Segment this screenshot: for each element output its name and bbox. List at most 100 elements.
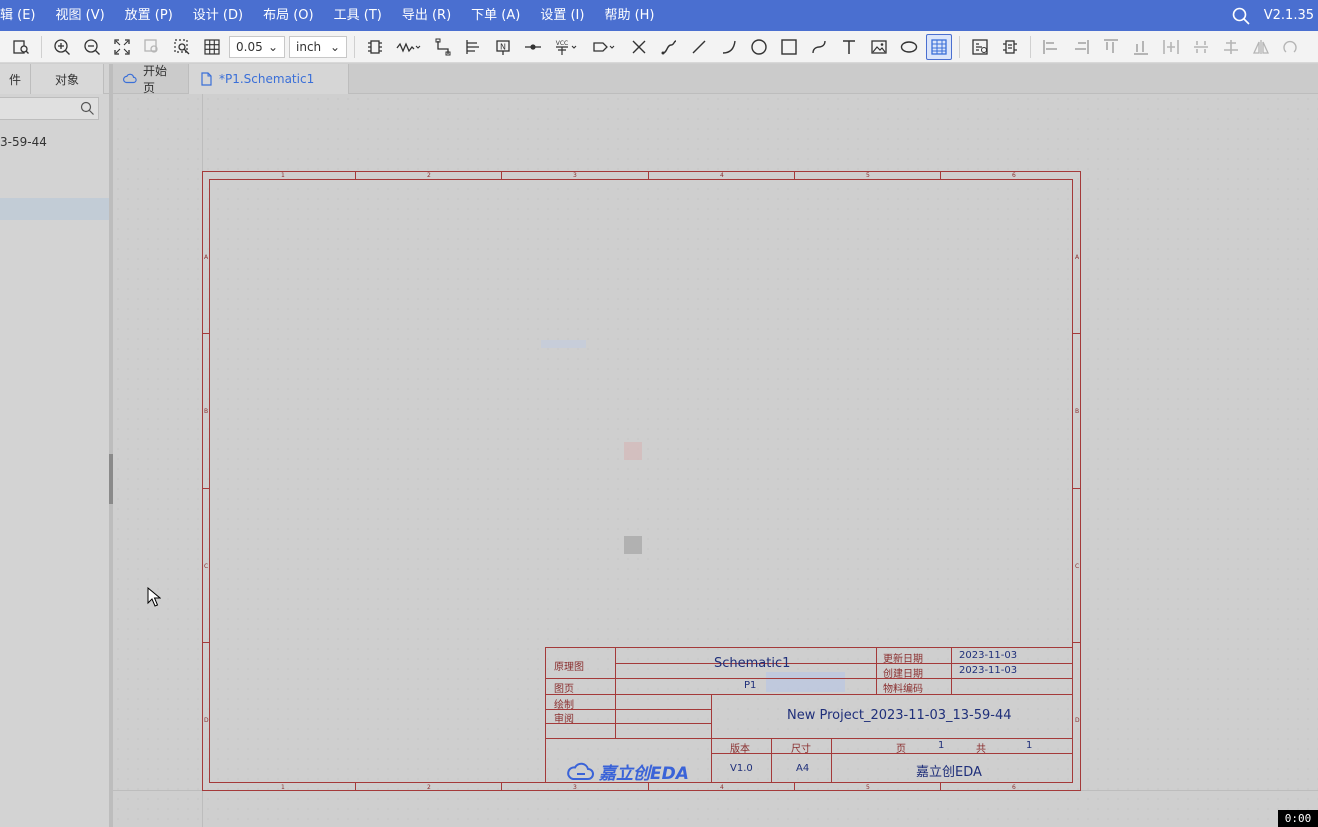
circle-icon[interactable] [746, 34, 772, 60]
align-top-icon[interactable] [1098, 34, 1124, 60]
zone-col-label: 4 [720, 784, 724, 791]
grid-size-select[interactable]: 0.05 ⌄ [229, 35, 285, 58]
updated-value: 2023-11-03 [959, 650, 1018, 661]
svg-text:N: N [500, 42, 506, 51]
ellipse-icon[interactable] [896, 34, 922, 60]
search-icon[interactable] [80, 101, 95, 116]
arc-icon[interactable] [716, 34, 742, 60]
component-icon[interactable] [362, 34, 388, 60]
zoom-area-icon[interactable] [139, 34, 165, 60]
text-icon[interactable] [836, 34, 862, 60]
menu-help[interactable]: 帮助 (H) [594, 0, 664, 31]
zone-col-label: 5 [866, 784, 870, 791]
zone-col-label: 3 [573, 784, 577, 791]
zone-divider [202, 333, 210, 334]
zone-row-label: A [1075, 254, 1080, 261]
menu-layout[interactable]: 布局 (O) [253, 0, 324, 31]
company-value: 嘉立创EDA [916, 765, 982, 780]
menu-place[interactable]: 放置 (P) [115, 0, 183, 31]
rectangle-icon[interactable] [776, 34, 802, 60]
bus-entry-icon[interactable] [656, 34, 682, 60]
bezier-icon[interactable] [806, 34, 832, 60]
version-label: 版本 [730, 744, 750, 755]
project-tree-item[interactable]: 3-59-44 [0, 135, 47, 149]
zone-row-label: D [204, 717, 209, 724]
toolbar: 0.05 ⌄ inch ⌄ N VCC [0, 31, 1318, 63]
updated-label: 更新日期 [883, 654, 923, 665]
mirror-icon[interactable] [1248, 34, 1274, 60]
search-input[interactable] [0, 97, 99, 120]
ghost-color-swatch [624, 536, 642, 554]
svg-text:VCC: VCC [556, 40, 568, 47]
bus-icon[interactable] [460, 34, 486, 60]
project-name-value: New Project_2023-11-03_13-59-44 [787, 708, 1012, 723]
zoom-out-icon[interactable] [79, 34, 105, 60]
fit-view-icon[interactable] [109, 34, 135, 60]
align-bottom-icon[interactable] [1128, 34, 1154, 60]
menu-order[interactable]: 下单 (A) [461, 0, 530, 31]
rotate-icon[interactable] [1278, 34, 1304, 60]
menu-export[interactable]: 导出 (R) [392, 0, 461, 31]
tab-schematic[interactable]: *P1.Schematic1 [189, 64, 349, 94]
zone-divider [355, 171, 356, 179]
zone-divider [202, 642, 210, 643]
zoom-in-icon[interactable] [49, 34, 75, 60]
zoom-selection-icon[interactable] [169, 34, 195, 60]
zone-divider [940, 171, 941, 179]
net-port-icon[interactable]: N [490, 34, 516, 60]
table-icon[interactable] [926, 33, 952, 60]
zone-row-label: A [204, 254, 209, 261]
menu-settings[interactable]: 设置 (I) [530, 0, 594, 31]
zone-col-label: 3 [573, 172, 577, 179]
page-of-label: 页 [896, 744, 906, 755]
drawn-label: 绘制 [554, 700, 574, 711]
tab-start-label: 开始页 [143, 64, 168, 95]
align-center-icon[interactable] [1218, 34, 1244, 60]
image-icon[interactable] [866, 34, 892, 60]
zone-divider [648, 783, 649, 791]
tab-schematic-label: *P1.Schematic1 [219, 72, 315, 86]
distribute-h-icon[interactable] [1158, 34, 1184, 60]
size-value: A4 [796, 763, 810, 774]
mouse-cursor-icon [147, 586, 162, 607]
zone-col-label: 5 [866, 172, 870, 179]
zone-row-label: B [204, 408, 209, 415]
drc-icon[interactable] [967, 34, 993, 60]
wire-icon[interactable] [430, 34, 456, 60]
type-label: 原理图 [554, 662, 584, 673]
zone-divider [202, 488, 210, 489]
sheet-name-value: Schematic1 [714, 656, 791, 671]
tab-start-page[interactable]: 开始页 [113, 64, 189, 95]
zone-col-label: 1 [281, 172, 285, 179]
net-label-icon[interactable] [392, 34, 426, 60]
tree-selected-row[interactable] [0, 198, 109, 220]
find-icon[interactable] [8, 34, 34, 60]
tab-parts[interactable]: 件 [0, 64, 31, 94]
menu-edit[interactable]: 辑 (E) [0, 0, 46, 31]
unit-select[interactable]: inch ⌄ [289, 35, 347, 58]
port-icon[interactable] [588, 34, 622, 60]
grid-icon[interactable] [199, 34, 225, 60]
search-icon[interactable] [1232, 7, 1250, 25]
menu-view[interactable]: 视图 (V) [46, 0, 115, 31]
vcc-icon[interactable]: VCC [550, 34, 584, 60]
menu-tools[interactable]: 工具 (T) [324, 0, 392, 31]
zone-col-label: 2 [427, 784, 431, 791]
align-left-icon[interactable] [1038, 34, 1064, 60]
version-label: V2.1.35 [1263, 8, 1314, 23]
created-value: 2023-11-03 [959, 665, 1018, 676]
zone-divider [1073, 642, 1081, 643]
zone-col-label: 6 [1012, 172, 1016, 179]
material-label: 物料编码 [883, 684, 923, 695]
line-icon[interactable] [686, 34, 712, 60]
junction-icon[interactable] [520, 34, 546, 60]
distribute-v-icon[interactable] [1188, 34, 1214, 60]
no-connect-icon[interactable] [626, 34, 652, 60]
align-right-icon[interactable] [1068, 34, 1094, 60]
menu-design[interactable]: 设计 (D) [183, 0, 253, 31]
zone-divider [648, 171, 649, 179]
recording-timer: 0:00 [1278, 810, 1318, 827]
tab-objects[interactable]: 对象 [31, 64, 104, 94]
logo-text: 嘉立创EDA [599, 764, 689, 784]
netlist-icon[interactable] [997, 34, 1023, 60]
